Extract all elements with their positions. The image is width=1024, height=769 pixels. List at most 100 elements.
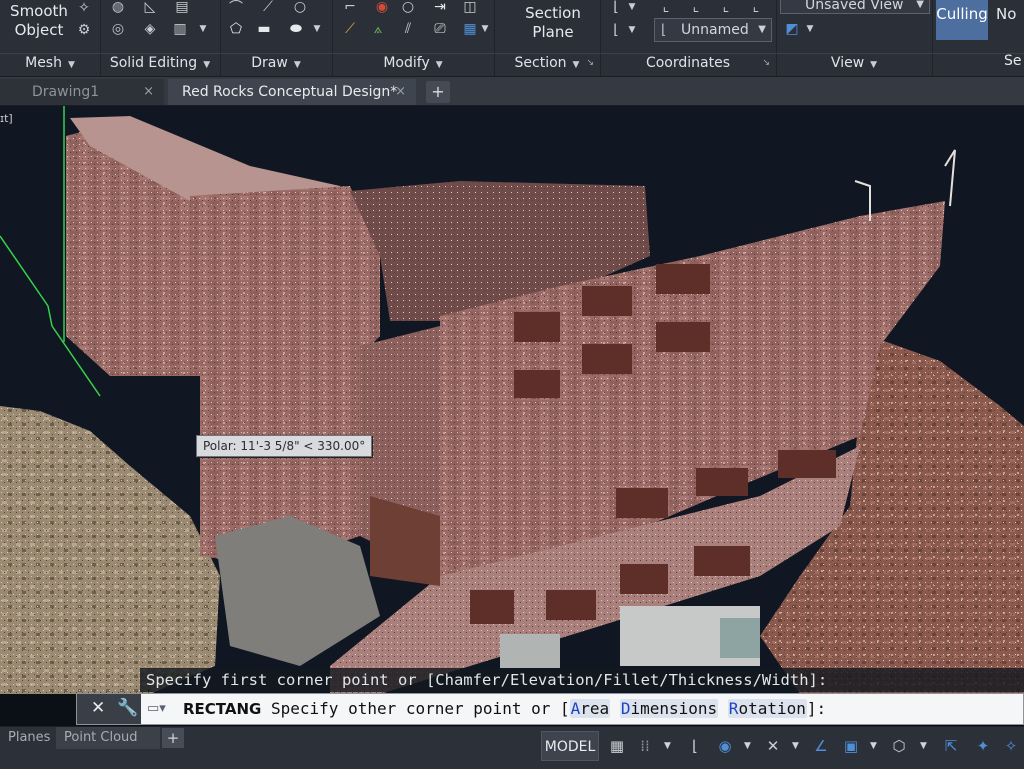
point-cloud-render [0, 106, 1024, 694]
move-icon[interactable]: ⌐ [340, 0, 360, 15]
panel-launcher-icon[interactable]: ↘ [586, 54, 594, 72]
ucs-origin-icon[interactable]: ⌊ [606, 20, 626, 40]
option-rotation[interactable]: Rotation [727, 699, 807, 718]
command-line[interactable]: ✕ 🔧 ▭▾ RECTANG Specify other corner poin… [76, 693, 1024, 725]
option-dimensions[interactable]: Dimensions [619, 699, 719, 718]
ucs-x-icon[interactable]: ⌞ [686, 0, 706, 15]
selection-panel-title[interactable]: Se [1004, 52, 1022, 71]
polygon-icon[interactable]: ⬠ [226, 20, 246, 38]
culling-button[interactable]: Culling [936, 0, 988, 40]
subtract-icon[interactable]: ◎ [108, 20, 128, 38]
polar-tracking-tooltip: Polar: 11'-3 5/8" < 330.00° [196, 435, 373, 457]
polyline-icon[interactable]: ⌒ [226, 0, 246, 16]
slice-icon[interactable]: ▥ [170, 20, 190, 38]
panel-launcher-icon[interactable]: ↘ [762, 54, 770, 72]
command-line-tools: ✕ 🔧 [77, 694, 141, 724]
tab-red-rocks-conceptual-design[interactable]: Red Rocks Conceptual Design* × [168, 79, 416, 105]
object-snap-icon[interactable]: ▣ [840, 733, 862, 759]
ucs-name-dropdown[interactable]: ⌊ Unnamed ▼ [654, 18, 772, 42]
command-prompt-text: Specify other corner point or [ [271, 699, 570, 718]
tab-drawing1[interactable]: Drawing1 × [0, 79, 164, 105]
chevron-down-icon[interactable]: ▼ [626, 20, 638, 40]
model-space-button[interactable]: MODEL [541, 731, 599, 761]
ucs-y-icon[interactable]: ⌞ [716, 0, 736, 15]
circle-icon[interactable]: ○ [290, 0, 310, 15]
isodraft-icon[interactable]: ✕ [760, 733, 786, 759]
stretch-icon[interactable]: ⇥ [430, 0, 450, 15]
grid-icon[interactable]: ▦ [606, 733, 628, 759]
mirror-icon[interactable]: ⟑ [368, 20, 388, 38]
layout-tab-point-cloud[interactable]: Point Cloud [56, 727, 160, 749]
circle-icon[interactable]: ○ [398, 0, 418, 15]
rotate-icon[interactable]: ◉ [372, 0, 392, 15]
chevron-down-icon[interactable]: ▼ [744, 733, 751, 759]
layout-tab-planes[interactable]: Planes [0, 727, 54, 749]
erase-icon[interactable]: ⎚ [430, 20, 450, 38]
new-tab-button[interactable]: + [426, 81, 450, 103]
chevron-down-icon[interactable]: ▼ [920, 733, 927, 759]
polar-tracking-icon[interactable]: ◉ [714, 733, 736, 759]
offset-icon[interactable]: ⫽ [398, 20, 418, 38]
3d-object-snap-icon[interactable]: ⬡ [888, 733, 910, 759]
wrench-icon[interactable]: 🔧 [117, 698, 138, 718]
ucs-z-icon[interactable]: ⌞ [746, 0, 766, 15]
visual-style-icon[interactable]: ◩ [782, 20, 802, 38]
chevron-down-icon: ▼ [758, 24, 766, 35]
chevron-down-icon[interactable]: ▼ [478, 20, 492, 38]
coordinates-panel-title[interactable]: Coordinates ↘ [600, 54, 776, 72]
smooth-object-button[interactable]: Smooth Object [8, 2, 70, 40]
chevron-down-icon[interactable]: ▼ [804, 20, 816, 38]
chevron-down-icon[interactable]: ▼ [664, 733, 671, 759]
close-icon[interactable]: × [143, 79, 154, 105]
viewport-view-label[interactable]: ɪt] [0, 112, 13, 125]
object-snap-tracking-icon[interactable]: ∠ [810, 733, 832, 759]
fillet-icon[interactable]: ⟋ [340, 20, 360, 38]
mesh-refine-icon[interactable]: ✧ [74, 0, 94, 16]
shell-icon[interactable]: ◈ [140, 20, 160, 38]
ribbon: Smooth Object ✧ ⚙ Mesh ▼ ◍ ◺ ▤ ◎ ◈ ▥ ▼ So… [0, 0, 1024, 77]
array-icon[interactable]: ▦ [460, 20, 480, 38]
mesh-crease-icon[interactable]: ⚙ [74, 22, 94, 38]
snap-mode-icon[interactable]: ⁞⁞ [634, 733, 656, 759]
coordinates-title-text: Coordinates [645, 55, 731, 71]
annotation-scale-icon[interactable]: ✦ [972, 733, 994, 759]
modify-panel-title[interactable]: Modify ▼ [332, 54, 494, 72]
annotation-visibility-icon[interactable]: ✧ [1000, 733, 1022, 759]
option-key: D [620, 699, 631, 718]
chevron-down-icon: ▼ [572, 60, 580, 70]
status-bar: Planes Point Cloud + MODEL ▦ ⁞⁞ ▼ ⌊ ◉ ▼ … [0, 726, 1024, 769]
chevron-down-icon[interactable]: ▼ [870, 733, 877, 759]
section-plane-button[interactable]: Section Plane [512, 4, 594, 42]
close-icon[interactable]: ✕ [91, 698, 105, 718]
align-icon[interactable]: ◫ [460, 0, 480, 15]
ortho-icon[interactable]: ⌊ [684, 733, 706, 759]
chevron-down-icon[interactable]: ▼ [310, 20, 324, 38]
chevron-down-icon[interactable]: ▼ [626, 0, 638, 14]
view-panel-title[interactable]: View ▼ [776, 54, 932, 72]
drawing-viewport[interactable]: ɪt] Polar: 11'-3 5/8" < 330.00° [0, 106, 1024, 694]
union-icon[interactable]: ◍ [108, 0, 128, 15]
draw-panel-title[interactable]: Draw ▼ [220, 54, 332, 72]
arc-icon[interactable]: ⟋ [258, 0, 278, 15]
command-prompt-icon[interactable]: ▭▾ [147, 701, 166, 716]
no-filter-button[interactable]: No [996, 0, 1024, 40]
ucs-name-value: Unnamed [681, 22, 749, 38]
solid-editing-panel-title[interactable]: Solid Editing ▼ [100, 54, 220, 72]
separate-icon[interactable]: ▤ [172, 0, 192, 15]
extract-edges-icon[interactable]: ◺ [140, 0, 160, 15]
ucs-world-icon[interactable]: ⌞ [656, 0, 676, 15]
named-view-dropdown[interactable]: Unsaved View ▼ [780, 0, 930, 14]
dynamic-ucs-icon[interactable]: ⇱ [940, 733, 962, 759]
command-prompt[interactable]: RECTANG Specify other corner point or [A… [183, 694, 826, 724]
ucs-icon[interactable]: ⌊ [606, 0, 626, 15]
chevron-down-icon[interactable]: ▼ [196, 20, 210, 38]
option-area[interactable]: Area [569, 699, 611, 718]
section-panel-title[interactable]: Section ▼ ↘ [494, 54, 600, 72]
mesh-panel-title[interactable]: Mesh ▼ [0, 54, 100, 72]
rectangle-icon[interactable]: ▬ [254, 20, 274, 38]
ellipse-icon[interactable]: ⬬ [286, 20, 306, 38]
close-icon[interactable]: × [395, 79, 406, 105]
mesh-title-text: Mesh [25, 55, 62, 71]
chevron-down-icon[interactable]: ▼ [792, 733, 799, 759]
add-layout-button[interactable]: + [162, 728, 184, 748]
